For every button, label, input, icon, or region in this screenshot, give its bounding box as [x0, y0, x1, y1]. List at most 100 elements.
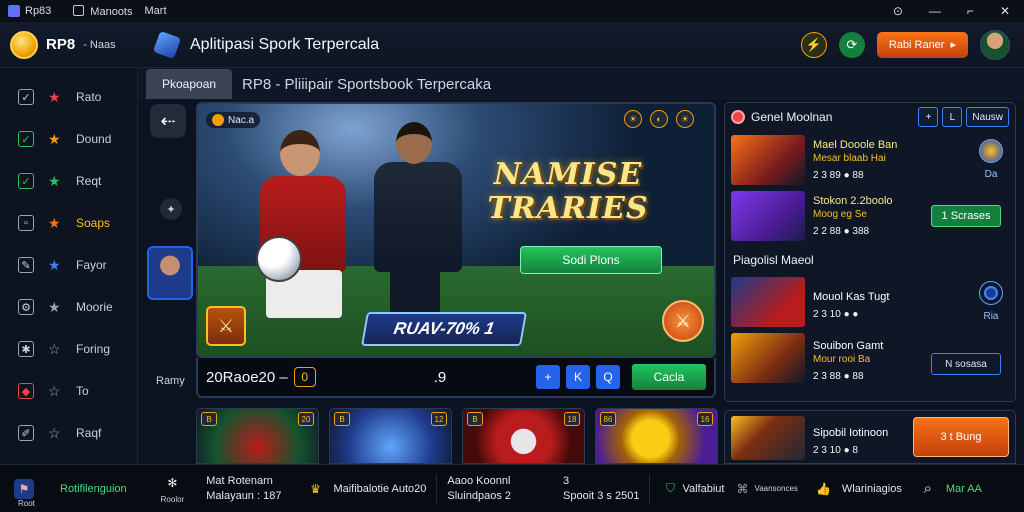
menu-item-manoots[interactable]: Manoots: [73, 5, 132, 18]
whistle-icon[interactable]: ✦: [160, 198, 182, 220]
sidebar-item[interactable]: ◆ ☆ To: [0, 370, 137, 412]
footer-item[interactable]: ⌕ Mar AA: [918, 479, 982, 499]
confirm-button[interactable]: Cacla: [632, 364, 706, 390]
half-circle-icon[interactable]: ◐: [650, 110, 668, 128]
shield-check-icon: ⛉: [665, 481, 675, 495]
section-title: Piagolisl Maeol: [733, 253, 814, 267]
tile-badge: B: [201, 412, 217, 426]
q-button[interactable]: Q: [596, 365, 620, 389]
menu-item-mart[interactable]: Mart: [145, 5, 167, 18]
bet-button[interactable]: N sosasa: [931, 353, 1001, 375]
avatar[interactable]: [980, 29, 1010, 60]
l-button[interactable]: L: [942, 107, 963, 127]
score-display: 20Raoe20 – 0: [206, 367, 316, 387]
match-side-label: Ria: [983, 311, 999, 322]
game-tile[interactable]: 86 16: [595, 408, 718, 464]
help-icon[interactable]: ⊙: [893, 4, 903, 18]
game-tile[interactable]: B 12: [329, 408, 452, 464]
match-odds: 2 3 10 ● 8: [813, 444, 858, 456]
sidebar-item[interactable]: ✎ ★ Fayor: [0, 244, 137, 286]
check-icon: ✓: [18, 173, 34, 189]
bet-now-button[interactable]: 3 t Bung: [913, 417, 1009, 457]
sidebar-item[interactable]: ✐ ☆ Raqf: [0, 412, 137, 454]
match-odds: 2 3 89 ● 88: [813, 170, 864, 181]
back-button[interactable]: ⇠: [150, 104, 186, 138]
brand-subtitle: - Naas: [83, 38, 116, 51]
sidebar-item[interactable]: ✓ ★ Reqt: [0, 160, 137, 202]
sidebar-item[interactable]: ⚙ ★ Moorie: [0, 286, 137, 328]
player-thumbnail[interactable]: [147, 246, 193, 300]
tag-icon: [212, 114, 224, 126]
sidebar-item[interactable]: ▫ ★ Soaps: [0, 202, 137, 244]
footer-item[interactable]: ✻ Roolor: [161, 473, 185, 504]
close-button[interactable]: ✕: [1000, 4, 1010, 18]
team-badge-icon[interactable]: [979, 139, 1003, 163]
breadcrumb: RP8 - Pliiipair Sportsbook Terpercaka: [242, 75, 492, 93]
control-group: + K Q Cacla: [536, 364, 706, 390]
banner-cta-button[interactable]: Sodi Plons: [520, 246, 662, 274]
sidebar-item[interactable]: ✓ ★ Rato: [0, 76, 137, 118]
match-subtitle: Mour rooi Ba: [813, 354, 871, 365]
search-icon: ⌕: [923, 480, 933, 497]
game-tile[interactable]: B 18: [462, 408, 585, 464]
star-icon: ★: [48, 130, 61, 147]
minimize-button[interactable]: —: [929, 4, 941, 18]
tile-badge: 86: [600, 412, 616, 426]
footer-item[interactable]: ⛉ Valfabiut: [660, 479, 725, 499]
match-thumbnail: [731, 277, 805, 327]
footer-info: Aaoo Koonnl Sluindpaos 2: [447, 475, 512, 502]
soccer-ball-icon: [256, 236, 302, 282]
sun-icon[interactable]: ☀: [624, 110, 642, 128]
tab-active[interactable]: Pkoapoan: [146, 69, 233, 99]
arrow-icon: ▸: [950, 39, 956, 51]
panel-buttons: + L Nausw: [918, 107, 1009, 127]
lightning-icon[interactable]: ⚡: [800, 31, 827, 58]
header-actions: ⚡ ⟳ Rabi Raner ▸: [800, 29, 1010, 60]
banner-controls: 20Raoe20 – 0 .9 + K Q Cacla: [196, 358, 716, 398]
flag-icon: ⚑: [14, 478, 34, 499]
star-icon: ★: [48, 256, 61, 273]
sidebar-item[interactable]: ✓ ★ Dound: [0, 118, 137, 160]
shield-icon: ◆: [18, 383, 34, 399]
match-card[interactable]: Stokon 2.2boolo Moog eg Se 2 2 88 ● 388 …: [731, 189, 1009, 243]
match-odds: 2 3 10 ● ●: [813, 308, 859, 320]
add-button[interactable]: +: [536, 365, 560, 389]
footer-item[interactable]: ⚑ Root Rotifilenguion: [14, 478, 127, 508]
brand[interactable]: RP8 - Naas: [0, 30, 138, 59]
title-bar: Rp83 Manoots Mart ⊙ — ⌐ ✕: [0, 0, 1024, 22]
menu-bar: Manoots Mart: [73, 5, 166, 18]
k-button[interactable]: K: [566, 365, 590, 389]
footer-item[interactable]: ⌘ Vaansonces: [732, 479, 797, 499]
crown-icon: ♛: [310, 481, 321, 496]
star-icon: ★: [48, 214, 61, 231]
match-title: Sipobil Iotinoon: [813, 426, 889, 439]
live-dot-icon: [731, 110, 745, 124]
bet-button[interactable]: 1 Scrases: [931, 205, 1001, 227]
target-icon[interactable]: [979, 281, 1003, 305]
app-header: RP8 - Naas Aplitipasi Spork Terpercala ⚡…: [0, 22, 1024, 68]
star-icon: ★: [48, 298, 61, 315]
hero-banner[interactable]: Nac.a ☀ ◐ ☀ NAMISE TRARIES Sodi Plons RU…: [196, 102, 716, 358]
match-card[interactable]: Souibon Gamt Mour rooi Ba 2 3 88 ● 88 N …: [731, 331, 1009, 385]
thumbs-up-icon: 👍: [816, 481, 832, 496]
restore-button[interactable]: ⌐: [967, 4, 974, 18]
sword-orb-icon[interactable]: ⚔: [662, 300, 704, 342]
game-tiles: B 20 B 12 B 18 86 16: [196, 408, 718, 464]
settings-icon: ✱: [18, 341, 34, 357]
refresh-icon[interactable]: ⟳: [838, 31, 865, 58]
app-grid-icon: ⌘: [736, 481, 749, 496]
news-button[interactable]: Nausw: [966, 107, 1009, 127]
header-action-button[interactable]: Rabi Raner ▸: [876, 31, 968, 58]
footer-item[interactable]: 👍 Wlariniagios: [814, 479, 901, 499]
match-card[interactable]: Mouol Kas Tugt 2 3 10 ● ● Ria: [731, 275, 1009, 329]
footer-item[interactable]: ♛ Maifibalotie Auto20: [305, 479, 426, 499]
banner-tag: Nac.a: [206, 112, 261, 128]
footer-info: 3 Spooit 3 s 2501: [563, 475, 640, 502]
match-card[interactable]: Mael Dooole Ban Mesar blaab Hai 2 3 89 ●…: [731, 133, 1009, 187]
gear-icon: ⚙: [18, 299, 34, 315]
game-tile[interactable]: B 20: [196, 408, 319, 464]
sidebar-item[interactable]: ✱ ☆ Foring: [0, 328, 137, 370]
tile-badge: 20: [298, 412, 314, 426]
add-button[interactable]: +: [918, 107, 939, 127]
sun-icon[interactable]: ☀: [676, 110, 694, 128]
